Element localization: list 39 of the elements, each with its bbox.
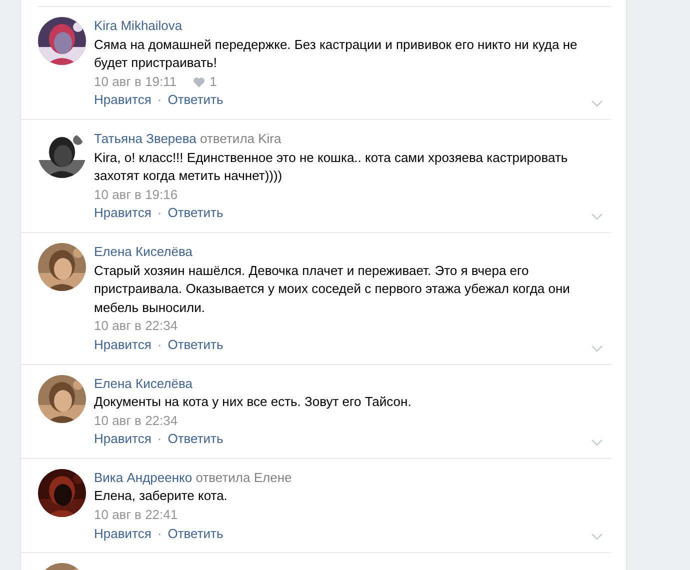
comment-text: Старый хозяин нашёлся. Девочка плачет и переживает. Это я вчера его пристраивала. Оказывается у моих соседей с первого этажа убежал когда они мебель выносили. — [94, 262, 571, 317]
reply-link[interactable]: Ответить — [168, 336, 224, 354]
comment-text: Сяма на домашней передержке. Без кастрации и прививок его никто ни куда не будет пристраивать! — [94, 36, 578, 72]
author-name[interactable]: Вика Андреенко — [94, 470, 192, 485]
reply-link[interactable]: Ответить — [168, 204, 224, 223]
separator-dot: · — [157, 524, 162, 543]
comment-text: Kira, о! класс!!! Единственное это не кошка.. кота сами хрозяева кастрировать захотят когда метить начнет)))) — [94, 148, 569, 186]
chevron-down-icon[interactable] — [591, 100, 603, 107]
separator-dot: · — [157, 336, 162, 354]
chevron-down-icon[interactable] — [591, 344, 603, 352]
like-link[interactable]: Нравится — [94, 91, 152, 110]
comment-date[interactable]: 10 авг в 22:34 — [94, 317, 178, 336]
author-name[interactable]: Kira Mikhailova — [94, 18, 182, 33]
separator-dot: · — [157, 430, 162, 448]
like-count: 1 — [210, 72, 217, 91]
comment-text: Елена, заберите кота. — [94, 487, 228, 506]
comment-date[interactable]: 10 авг в 22:34 — [94, 412, 178, 430]
chevron-down-icon[interactable] — [591, 212, 603, 220]
like-link[interactable]: Нравится — [94, 430, 152, 449]
author-name[interactable]: Татьяна Зверева — [94, 130, 196, 146]
comment-text: Документы на кота у них все есть. Зовут его Тайсон. — [94, 393, 412, 412]
like-link[interactable]: Нравится — [94, 336, 152, 354]
reply-to-label: ответила Елене — [196, 470, 292, 485]
reply-link[interactable]: Ответить — [168, 430, 224, 449]
comment-date[interactable]: 10 авг в 19:16 — [94, 186, 178, 204]
author-name[interactable]: Елена Киселёва — [94, 376, 192, 390]
chevron-down-icon[interactable] — [591, 533, 603, 540]
reply-link[interactable]: Ответить — [168, 524, 224, 544]
author-name[interactable]: Елена Киселёва — [94, 244, 192, 259]
comment-date[interactable]: 10 авг в 22:41 — [94, 506, 178, 525]
like-link[interactable]: Нравится — [94, 524, 152, 544]
chevron-down-icon[interactable] — [591, 438, 603, 446]
like-link[interactable]: Нравится — [94, 204, 152, 223]
comment-date[interactable]: 10 авг в 19:11 — [94, 72, 177, 92]
reply-link[interactable]: Ответить — [168, 91, 224, 110]
reply-to-label: ответила Kira — [200, 130, 282, 146]
heart-icon[interactable] — [192, 76, 205, 88]
separator-dot: · — [157, 91, 162, 110]
separator-dot: · — [157, 204, 162, 222]
